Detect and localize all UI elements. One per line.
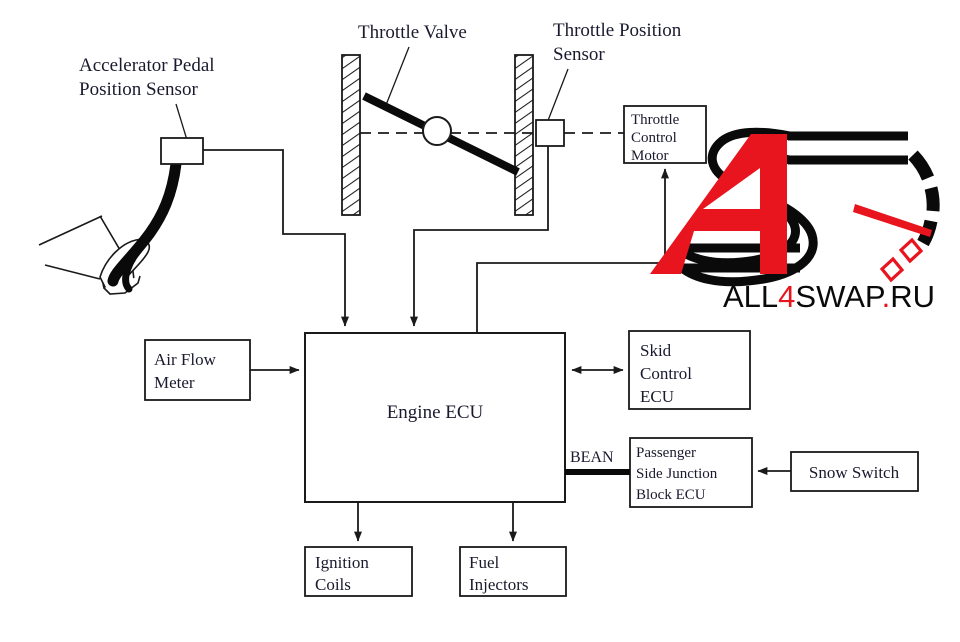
etcs-block-diagram: Accelerator Pedal Position Sensor Thrott…: [0, 0, 960, 642]
box-fuel-injectors[interactable]: Fuel Injectors: [459, 546, 567, 597]
air-flow-meter-line1: Air Flow: [154, 350, 217, 369]
fuel-injectors-line1: Fuel: [469, 553, 500, 572]
logo-wordmark-ru: RU: [890, 279, 935, 314]
skid-control-ecu-line1: Skid: [640, 341, 672, 360]
logo-wordmark-all: ALL: [723, 279, 778, 314]
bean-bus-label: BEAN: [570, 449, 614, 466]
callout-throttle-pos-line2: Sensor: [553, 44, 605, 65]
air-flow-meter-line2: Meter: [154, 373, 195, 392]
engine-ecu-label: Engine ECU: [387, 402, 484, 423]
psjb-ecu-line3: Block ECU: [636, 487, 706, 503]
box-skid-control-ecu[interactable]: Skid Control ECU: [628, 330, 751, 410]
callout-accel-line2: Position Sensor: [79, 79, 198, 100]
accelerator-pedal-position-sensor-box[interactable]: [160, 137, 204, 165]
throttle-control-motor-line2: Control: [631, 130, 677, 146]
fuel-injectors-line2: Injectors: [469, 575, 528, 594]
ignition-coils-line2: Coils: [315, 575, 351, 594]
box-snow-switch[interactable]: Snow Switch: [790, 451, 919, 492]
logo-wordmark-swap: SWAP: [795, 279, 884, 314]
box-air-flow-meter[interactable]: Air Flow Meter: [144, 339, 251, 401]
throttle-body-wall-right: [514, 54, 534, 216]
callout-throttle-valve-label: Throttle Valve: [358, 22, 467, 43]
callout-throttle-pos-line1: Throttle Position: [553, 20, 682, 41]
box-throttle-control-motor[interactable]: Throttle Control Motor: [623, 105, 707, 164]
callout-accel-line1: Accelerator Pedal: [79, 55, 215, 76]
logo-wordmark-dot: .: [882, 279, 891, 314]
psjb-ecu-line1: Passenger: [636, 445, 696, 461]
skid-control-ecu-line2: Control: [640, 364, 692, 383]
throttle-control-motor-line3: Motor: [631, 148, 669, 164]
logo-wordmark: ALL4SWAP.RU: [723, 279, 935, 314]
throttle-valve-pivot: [422, 116, 452, 146]
throttle-control-motor-line1: Throttle: [631, 112, 680, 128]
snow-switch-label: Snow Switch: [809, 463, 900, 482]
logo-wordmark-4: 4: [778, 279, 795, 314]
throttle-position-sensor-box[interactable]: [535, 119, 565, 147]
throttle-body-wall-left: [341, 54, 361, 216]
skid-control-ecu-line3: ECU: [640, 387, 674, 406]
psjb-ecu-line2: Side Junction: [636, 466, 718, 482]
ignition-coils-line1: Ignition: [315, 553, 369, 572]
box-passenger-side-junction-block-ecu[interactable]: Passenger Side Junction Block ECU: [629, 437, 753, 508]
box-engine-ecu[interactable]: Engine ECU: [304, 332, 566, 503]
box-ignition-coils[interactable]: Ignition Coils: [304, 546, 413, 597]
diagram-canvas: Accelerator Pedal Position Sensor Thrott…: [0, 0, 960, 642]
